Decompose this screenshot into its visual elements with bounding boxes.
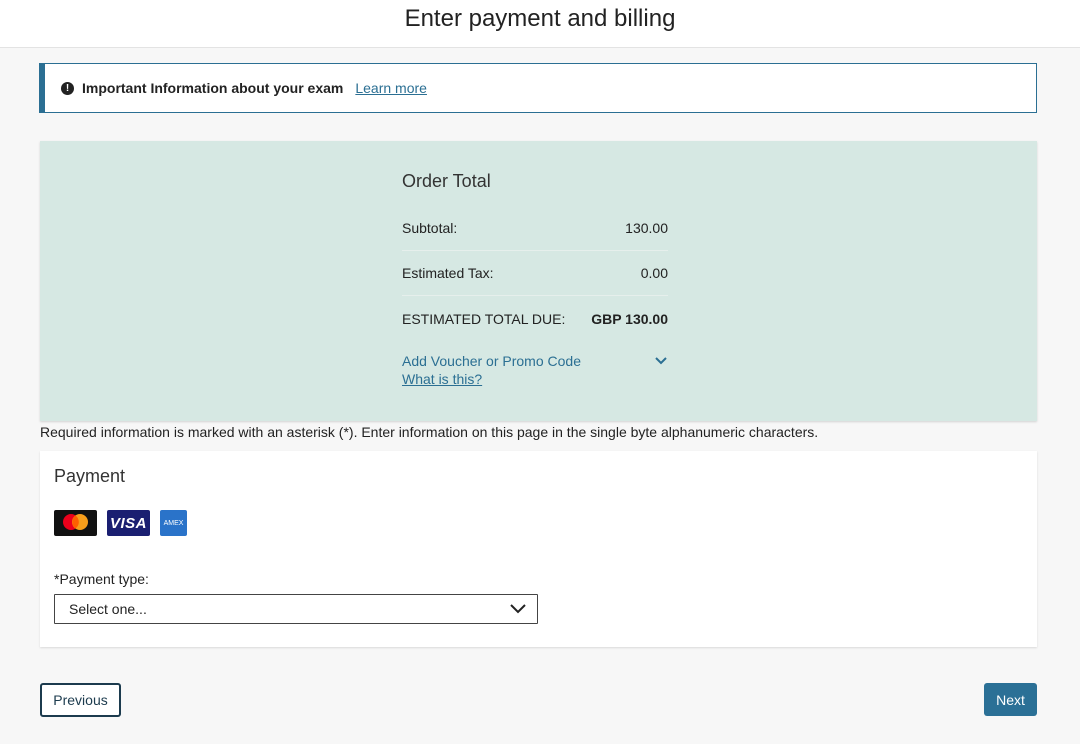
important-info-alert: ! Important Information about your exam …: [39, 63, 1037, 113]
order-total-title: Order Total: [402, 171, 491, 191]
total-label: ESTIMATED TOTAL DUE:: [402, 310, 566, 327]
alert-text: Important Information about your exam: [82, 80, 344, 96]
subtotal-label: Subtotal:: [402, 220, 458, 236]
order-summary: Order Total Subtotal: 130.00 Estimated T…: [402, 171, 668, 387]
voucher-label[interactable]: Add Voucher or Promo Code: [402, 353, 581, 369]
required-info-note: Required information is marked with an a…: [40, 424, 819, 440]
page-header: Enter payment and billing: [0, 0, 1080, 48]
tax-row: Estimated Tax: 0.00: [402, 251, 668, 296]
amex-logo: AMEX: [160, 510, 187, 536]
payment-section: Payment VISA AMEX *Payment type: Select …: [40, 451, 1037, 647]
subtotal-value: 130.00: [625, 220, 668, 236]
voucher-toggle[interactable]: Add Voucher or Promo Code: [402, 353, 668, 369]
payment-type-select[interactable]: Select one...: [54, 594, 538, 624]
page-title: Enter payment and billing: [404, 5, 676, 32]
chevron-down-icon[interactable]: [654, 354, 668, 368]
learn-more-link[interactable]: Learn more: [355, 80, 427, 96]
what-is-this-link[interactable]: What is this?: [402, 371, 482, 387]
next-button[interactable]: Next: [984, 683, 1037, 716]
mastercard-logo: [54, 510, 97, 536]
subtotal-row: Subtotal: 130.00: [402, 206, 668, 251]
voucher-section: Add Voucher or Promo Code What is this?: [402, 353, 668, 387]
payment-type-label: *Payment type:: [54, 571, 149, 587]
order-total-panel: Order Total Subtotal: 130.00 Estimated T…: [40, 141, 1037, 421]
info-icon: !: [61, 81, 74, 95]
total-value: GBP 130.00: [591, 310, 668, 327]
payment-title: Payment: [54, 466, 126, 486]
chevron-down-icon: [510, 604, 526, 614]
visa-logo: VISA: [107, 510, 150, 536]
previous-button[interactable]: Previous: [40, 683, 121, 717]
card-logos: VISA AMEX: [54, 510, 187, 536]
tax-value: 0.00: [640, 265, 668, 281]
payment-type-selected: Select one...: [69, 601, 147, 617]
total-row: ESTIMATED TOTAL DUE: GBP 130.00: [402, 296, 668, 341]
tax-label: Estimated Tax:: [402, 265, 494, 281]
